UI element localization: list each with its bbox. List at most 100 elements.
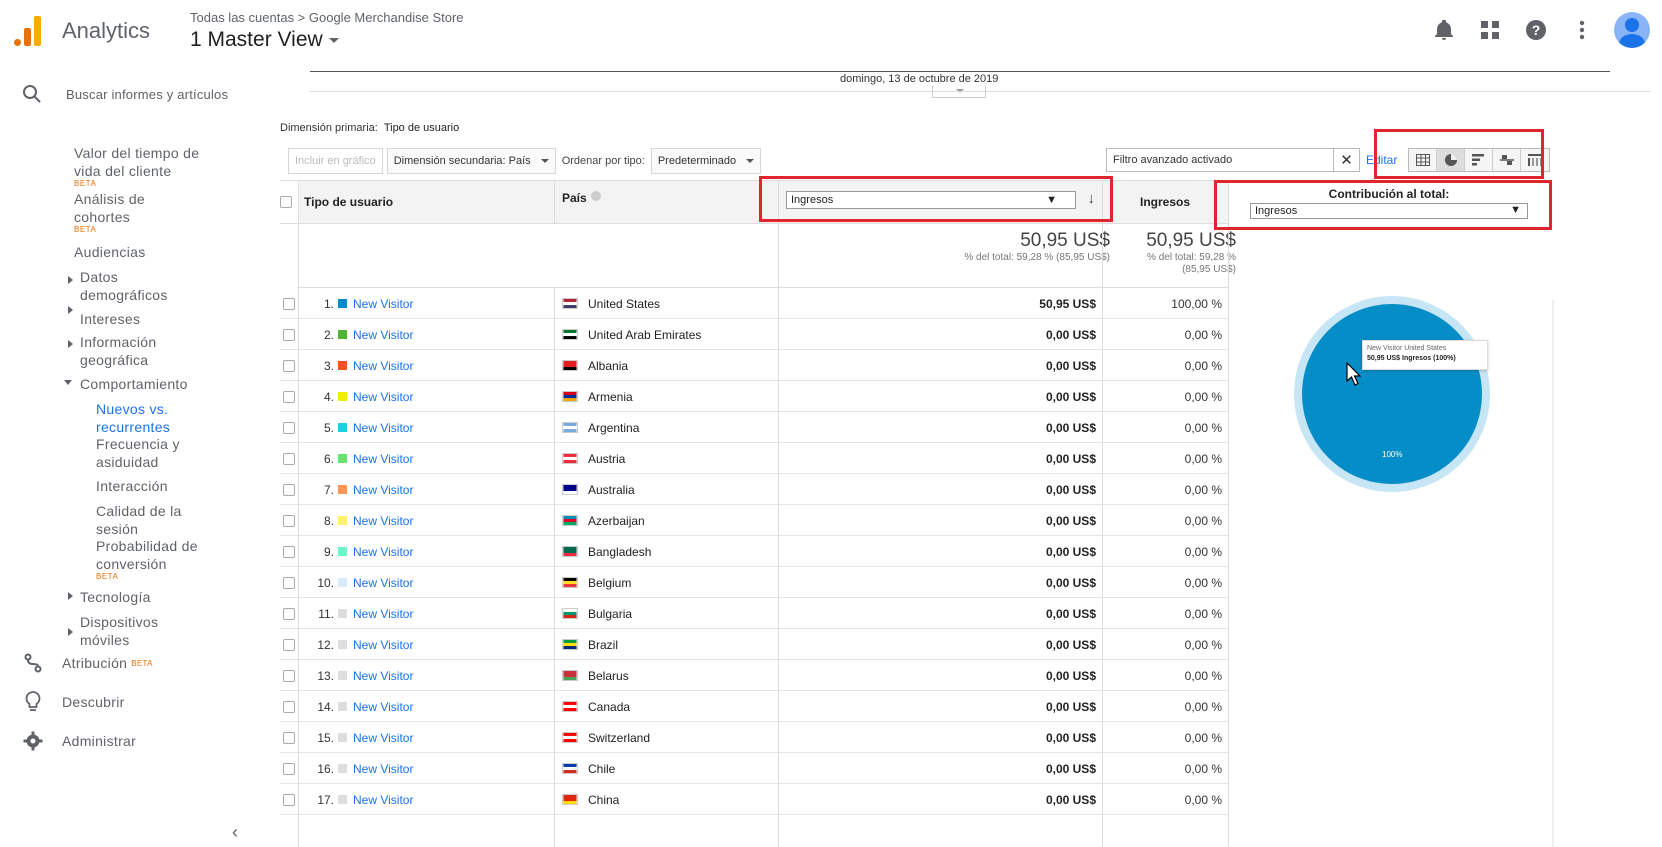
scroll-track[interactable] <box>1552 300 1554 847</box>
row-checkbox[interactable] <box>283 390 295 403</box>
country-cell[interactable]: United Arab Emirates <box>562 319 701 350</box>
row-checkbox[interactable] <box>283 328 295 341</box>
contribution-pie-chart[interactable] <box>1292 294 1492 494</box>
user-type-link[interactable]: New Visitor <box>338 691 413 722</box>
row-checkbox[interactable] <box>283 700 295 713</box>
tooltip-title: New Visitor United States <box>1367 345 1447 352</box>
row-checkbox[interactable] <box>283 731 295 744</box>
chevron-down-icon[interactable] <box>64 380 72 385</box>
close-icon[interactable]: ✕ <box>1334 148 1360 172</box>
country-cell[interactable]: Bangladesh <box>562 536 651 567</box>
row-checkbox[interactable] <box>283 607 295 620</box>
advanced-filter-field[interactable]: Filtro avanzado activado <box>1106 148 1334 172</box>
country-cell[interactable]: Armenia <box>562 381 633 412</box>
country-cell[interactable]: Chile <box>562 753 615 784</box>
row-checkbox[interactable] <box>283 545 295 558</box>
timeline-expand-handle[interactable] <box>932 86 986 98</box>
sidebar-item-ltv[interactable]: Valor del tiempo de vida del cliente BET… <box>74 144 224 188</box>
country-cell[interactable]: Switzerland <box>562 722 650 753</box>
apps-grid-icon[interactable] <box>1476 16 1504 44</box>
user-type-link[interactable]: New Visitor <box>338 567 413 598</box>
country-cell[interactable]: Azerbaijan <box>562 505 645 536</box>
select-all-checkbox[interactable] <box>280 196 292 208</box>
info-icon[interactable] <box>590 191 601 201</box>
user-type-link[interactable]: New Visitor <box>338 412 413 443</box>
country-cell[interactable]: Belarus <box>562 660 629 691</box>
user-type-link[interactable]: New Visitor <box>338 536 413 567</box>
sidebar-item-session-quality[interactable]: Calidad de la sesión <box>96 502 196 538</box>
country-cell[interactable]: Austria <box>562 443 625 474</box>
country-cell[interactable]: Argentina <box>562 412 639 443</box>
chevron-right-icon[interactable] <box>68 276 73 284</box>
user-type-link[interactable]: New Visitor <box>338 753 413 784</box>
row-checkbox[interactable] <box>283 297 295 310</box>
primary-dimension-value[interactable]: Tipo de usuario <box>384 122 459 134</box>
sidebar-item-behavior[interactable]: Comportamiento <box>80 375 188 393</box>
sidebar-item-audiences[interactable]: Audiencias <box>74 243 146 261</box>
help-icon[interactable]: ? <box>1522 16 1550 44</box>
more-vert-icon[interactable] <box>1568 16 1596 44</box>
sidebar-item-demographics[interactable]: Datos demográficos <box>80 268 200 304</box>
sidebar-item-engagement[interactable]: Interacción <box>96 477 168 495</box>
country-cell[interactable]: Bulgaria <box>562 598 632 629</box>
chevron-right-icon[interactable] <box>68 306 73 314</box>
search-box[interactable]: Buscar informes y artículos <box>22 84 228 104</box>
row-checkbox[interactable] <box>283 452 295 465</box>
sidebar-item-technology[interactable]: Tecnología <box>80 588 151 606</box>
sidebar-item-cohorts[interactable]: Análisis de cohortes BETA <box>74 190 194 234</box>
user-type-link[interactable]: New Visitor <box>338 474 413 505</box>
nav-attribution[interactable]: Atribución BETA <box>20 650 153 676</box>
nav-discover[interactable]: Descubrir <box>20 689 125 715</box>
row-checkbox[interactable] <box>283 576 295 589</box>
country-cell[interactable]: Canada <box>562 691 630 722</box>
avatar[interactable] <box>1614 12 1650 48</box>
secondary-dimension-select[interactable]: Dimensión secundaria: País <box>386 148 556 174</box>
sidebar-item-mobile[interactable]: Dispositivos móviles <box>80 613 180 649</box>
sidebar-item-geo[interactable]: Información geográfica <box>80 333 190 369</box>
user-type-link[interactable]: New Visitor <box>338 350 413 381</box>
user-type-link[interactable]: New Visitor <box>338 660 413 691</box>
country-cell[interactable]: Belgium <box>562 567 631 598</box>
sidebar-item-conversion-probability[interactable]: Probabilidad de conversión BETA <box>96 537 216 581</box>
nav-admin[interactable]: Administrar <box>20 728 136 754</box>
analytics-logo[interactable] <box>14 14 44 46</box>
col-revenue[interactable]: Ingresos <box>1140 181 1190 223</box>
country-cell[interactable]: China <box>562 784 619 815</box>
country-cell[interactable]: United States <box>562 288 660 319</box>
country-cell[interactable]: Brazil <box>562 629 618 660</box>
user-type-link[interactable]: New Visitor <box>338 722 413 753</box>
sort-type-select[interactable]: Predeterminado <box>650 148 762 174</box>
user-type-link[interactable]: New Visitor <box>338 598 413 629</box>
user-type-link[interactable]: New Visitor <box>338 443 413 474</box>
row-checkbox[interactable] <box>283 421 295 434</box>
row-checkbox[interactable] <box>283 669 295 682</box>
row-checkbox[interactable] <box>283 514 295 527</box>
country-cell[interactable]: Australia <box>562 474 635 505</box>
sidebar-item-new-vs-returning[interactable]: Nuevos vs. recurrentes <box>96 400 196 436</box>
row-checkbox[interactable] <box>283 762 295 775</box>
country-cell[interactable]: Albania <box>562 350 628 381</box>
plot-rows-button[interactable]: Incluir en gráfico <box>288 148 383 174</box>
row-checkbox[interactable] <box>283 638 295 651</box>
chevron-right-icon[interactable] <box>68 340 73 348</box>
col-country[interactable]: País <box>562 181 601 223</box>
row-checkbox[interactable] <box>283 359 295 372</box>
breadcrumb[interactable]: Todas las cuentas > Google Merchandise S… <box>190 10 464 25</box>
view-selector[interactable]: 1 Master View <box>190 28 339 52</box>
collapse-sidebar-icon[interactable]: ‹ <box>232 822 238 843</box>
user-type-link[interactable]: New Visitor <box>338 319 413 350</box>
row-checkbox[interactable] <box>283 793 295 806</box>
bell-icon[interactable] <box>1430 16 1458 44</box>
user-type-link[interactable]: New Visitor <box>338 629 413 660</box>
sidebar-item-interests[interactable]: Intereses <box>80 310 140 328</box>
total-revenue-2-total: (85,95 US$) <box>1182 264 1236 275</box>
user-type-link[interactable]: New Visitor <box>338 288 413 319</box>
chevron-right-icon[interactable] <box>68 592 73 600</box>
user-type-link[interactable]: New Visitor <box>338 784 413 815</box>
user-type-link[interactable]: New Visitor <box>338 505 413 536</box>
user-type-link[interactable]: New Visitor <box>338 381 413 412</box>
row-checkbox[interactable] <box>283 483 295 496</box>
col-user-type[interactable]: Tipo de usuario <box>304 181 393 223</box>
sidebar-item-frequency[interactable]: Frecuencia y asiduidad <box>96 435 206 471</box>
chevron-right-icon[interactable] <box>68 628 73 636</box>
